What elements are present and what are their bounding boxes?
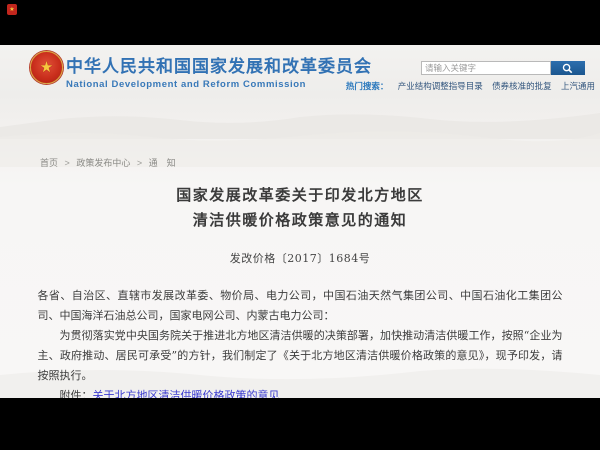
hot-search-row: 热门搜索： 产业结构调整指导目录 债券核准的批复 上汽通用 — [346, 80, 595, 92]
document-title-line2: 清洁供暖价格政策意见的通知 — [0, 208, 600, 233]
national-emblem-logo[interactable]: ★ — [30, 51, 63, 84]
breadcrumb-separator: > — [65, 158, 70, 168]
search-input[interactable] — [421, 61, 551, 75]
emblem-star-icon: ★ — [40, 60, 53, 75]
breadcrumb-policy-center[interactable]: 政策发布中心 — [76, 158, 130, 168]
mini-emblem-star-glyph: ★ — [9, 7, 14, 13]
search-bar — [421, 61, 585, 75]
page-background: 首页 > 政策发布中心 > 通 知 国家发展改革委关于印发北方地区 清洁供暖价格… — [0, 45, 600, 398]
breadcrumb: 首页 > 政策发布中心 > 通 知 — [40, 156, 176, 169]
document-article: 国家发展改革委关于印发北方地区 清洁供暖价格政策意见的通知 发改价格〔2017〕… — [0, 183, 600, 406]
body-paragraph: 为贯彻落实党中央国务院关于推进北方地区清洁供暖的决策部署，加快推动清洁供暖工作，… — [38, 326, 563, 386]
mini-emblem-icon: ★ — [7, 4, 17, 15]
site-title-block[interactable]: 中华人民共和国国家发展和改革委员会 National Development a… — [66, 52, 372, 90]
recipients-paragraph: 各省、自治区、直辖市发展改革委、物价局、电力公司，中国石油天然气集团公司、中国石… — [38, 286, 563, 326]
top-letterbox-bar: ★ — [0, 0, 600, 45]
search-button[interactable] — [551, 61, 585, 75]
hot-search-label: 热门搜索： — [346, 81, 389, 91]
screenshot-root: ★ 首页 > 政策发布中心 > 通 知 国家发展改革委关于印发北方地区 清洁供暖… — [0, 0, 600, 450]
hot-search-link-industry-catalog[interactable]: 产业结构调整指导目录 — [398, 81, 483, 91]
document-body: 各省、自治区、直辖市发展改革委、物价局、电力公司，中国石油天然气集团公司、中国石… — [38, 286, 563, 406]
document-title-line1: 国家发展改革委关于印发北方地区 — [0, 183, 600, 208]
site-name-chinese: 中华人民共和国国家发展和改革委员会 — [66, 52, 372, 77]
breadcrumb-current-notice: 通 知 — [149, 158, 176, 168]
document-title: 国家发展改革委关于印发北方地区 清洁供暖价格政策意见的通知 — [0, 183, 600, 233]
hot-search-link-bond-approval[interactable]: 债券核准的批复 — [492, 81, 552, 91]
hot-search-link-saic-gm[interactable]: 上汽通用 — [561, 81, 595, 91]
bottom-letterbox-bar — [0, 398, 600, 450]
site-name-english: National Development and Reform Commissi… — [66, 79, 372, 90]
breadcrumb-home[interactable]: 首页 — [40, 158, 58, 168]
document-number: 发改价格〔2017〕1684号 — [0, 250, 600, 266]
breadcrumb-separator: > — [137, 158, 142, 168]
search-icon — [562, 63, 573, 74]
